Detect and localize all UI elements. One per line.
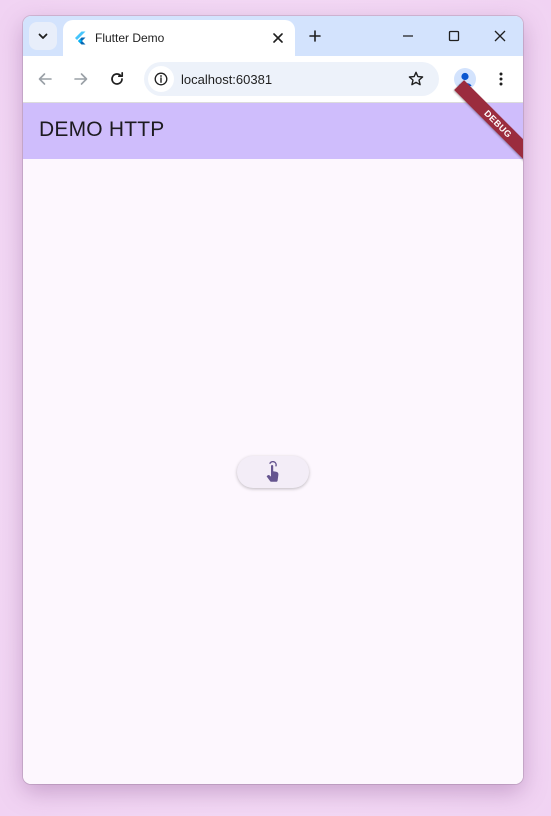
plus-icon [309, 30, 321, 42]
close-window-button[interactable] [488, 24, 512, 48]
flutter-logo-icon [75, 31, 86, 45]
forward-button[interactable] [69, 67, 93, 91]
more-vert-icon [499, 72, 503, 86]
url-text: localhost:60381 [181, 72, 273, 87]
browser-window: Flutter Demo localhost:60381 DEMO HTTP D… [23, 16, 523, 784]
arrow-left-icon [38, 73, 52, 85]
info-icon [154, 72, 168, 86]
touch-app-icon [266, 461, 279, 482]
bookmark-button[interactable] [405, 68, 427, 90]
star-icon [408, 71, 424, 86]
maximize-icon [448, 30, 460, 42]
fetch-button[interactable] [237, 456, 309, 488]
minimize-icon [403, 35, 413, 37]
tab-search-button[interactable] [29, 22, 57, 50]
browser-toolbar: localhost:60381 [23, 56, 523, 103]
chevron-down-icon [38, 33, 48, 39]
close-icon [273, 33, 283, 43]
minimize-button[interactable] [396, 24, 420, 48]
site-info-button[interactable] [148, 66, 174, 92]
browser-menu-button[interactable] [489, 67, 513, 91]
reload-button[interactable] [105, 67, 129, 91]
maximize-button[interactable] [442, 24, 466, 48]
tab-close-button[interactable] [269, 29, 287, 47]
arrow-right-icon [74, 73, 88, 85]
desktop-background: Flutter Demo localhost:60381 DEMO HTTP D… [0, 0, 551, 816]
reload-icon [111, 71, 124, 85]
close-icon [494, 30, 506, 42]
app-body [23, 159, 523, 784]
app-bar: DEMO HTTP [23, 103, 523, 159]
new-tab-button[interactable] [305, 26, 325, 46]
address-bar[interactable]: localhost:60381 [144, 62, 439, 96]
active-tab[interactable]: Flutter Demo [63, 20, 295, 56]
back-button[interactable] [33, 67, 57, 91]
tab-title: Flutter Demo [95, 31, 165, 45]
page-title: DEMO HTTP [39, 118, 165, 141]
tab-strip: Flutter Demo [23, 16, 523, 56]
